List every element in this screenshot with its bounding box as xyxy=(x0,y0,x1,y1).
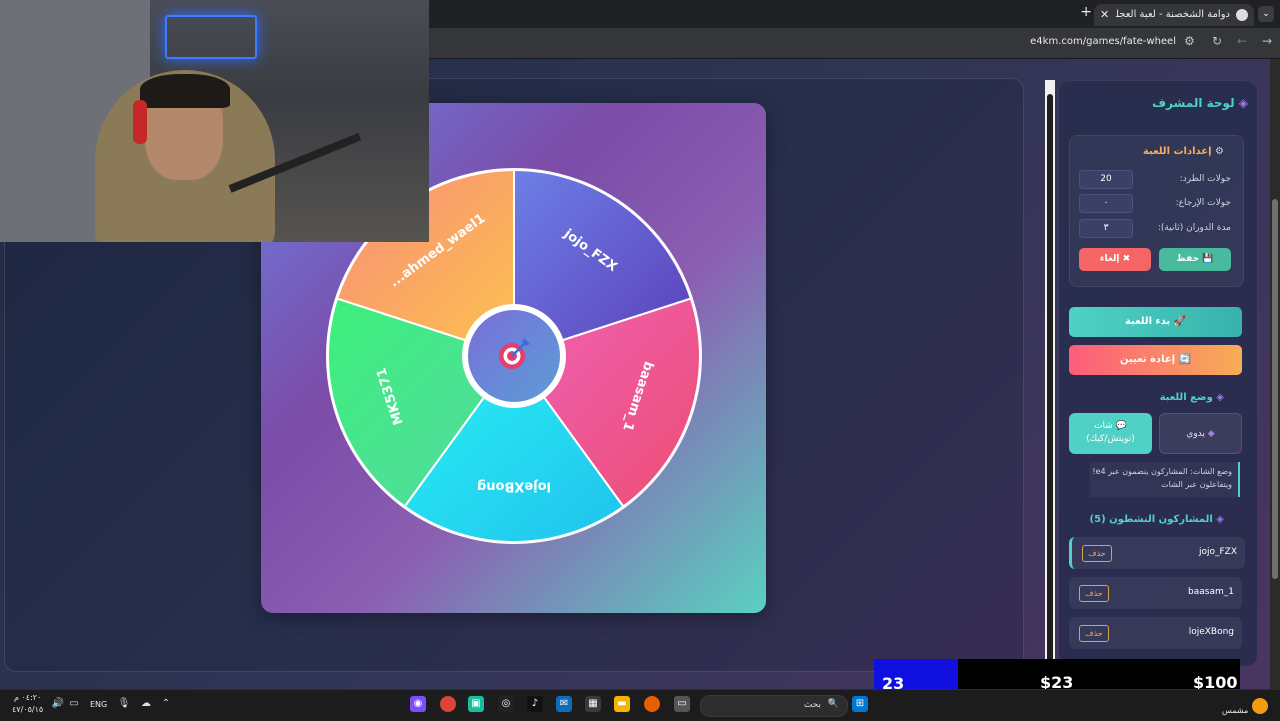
refresh-icon: 🔄 xyxy=(1178,354,1192,365)
start-game-button[interactable]: 🚀 بدء اللعبة xyxy=(1069,307,1242,337)
chat-icon: 💬 xyxy=(1115,421,1127,431)
mode-title: ◈ وضع اللعبة xyxy=(1160,392,1224,403)
delete-participant-button[interactable]: حذف xyxy=(1082,545,1112,562)
delete-participant-button[interactable]: حذف xyxy=(1079,625,1109,642)
field-label-kick-rounds: جولات الطرد: xyxy=(1179,174,1231,184)
admin-title-text: لوحة المشرف xyxy=(1152,96,1235,110)
weather-icon[interactable] xyxy=(1252,698,1268,714)
participants-title: ◈ المشاركون النشطون (5) xyxy=(1090,514,1224,525)
mode-icon: ◈ xyxy=(1216,392,1224,403)
panel-scrollbar[interactable] xyxy=(1045,80,1055,665)
participant-row: baasam_1 حذف xyxy=(1069,577,1242,609)
start-label: بدء اللعبة xyxy=(1124,316,1171,327)
chevron-up-icon[interactable]: ⌃ xyxy=(158,696,174,712)
panel-scroll-thumb[interactable] xyxy=(1047,94,1053,664)
folder-icon[interactable]: ▬ xyxy=(614,696,630,712)
site-settings-icon[interactable]: ⚙ xyxy=(1184,34,1195,48)
chrome-icon[interactable] xyxy=(440,696,456,712)
save-label: حفظ xyxy=(1176,254,1200,264)
settings-title-text: إعدادات اللعبة xyxy=(1142,146,1212,157)
favicon-icon xyxy=(1236,9,1248,21)
cancel-button[interactable]: ✖ إلغاء xyxy=(1079,248,1151,271)
streamer-hair xyxy=(140,74,230,108)
participant-row: jojo_FZX حذف xyxy=(1069,537,1245,569)
mode-manual-label: يدوي xyxy=(1186,429,1205,439)
wheel-segment-label: lojeXBong xyxy=(477,479,551,494)
search-icon: 🔍 xyxy=(827,699,839,709)
new-tab-button[interactable]: + xyxy=(1080,4,1092,20)
participant-name: jojo_FZX xyxy=(1198,547,1237,557)
browser-tab[interactable]: ✕ دوامة الشخصنة - لعبة العجلة والـ xyxy=(1094,4,1254,26)
participant-name: baasam_1 xyxy=(1188,587,1234,597)
floppy-icon: 💾 xyxy=(1202,254,1214,264)
store-icon[interactable]: ▦ xyxy=(585,696,601,712)
participant-row: lojeXBong حذف xyxy=(1069,617,1242,649)
neon-light xyxy=(165,15,257,59)
field-label-spin-duration: مدة الدوران (ثانية): xyxy=(1157,223,1231,233)
users-icon: ◈ xyxy=(1216,514,1224,525)
mode-description: وضع الشات: المشاركون ينضمون عبر e4! ويتف… xyxy=(1090,462,1240,497)
firefox-icon[interactable] xyxy=(644,696,660,712)
mode-chat-label: شات xyxy=(1094,421,1113,431)
cloud-icon[interactable]: ☁ xyxy=(138,696,154,712)
window-icon[interactable]: ▭ xyxy=(674,696,690,712)
windows-start-icon[interactable]: ⊞ xyxy=(852,696,868,712)
save-button[interactable]: 💾 حفظ xyxy=(1159,248,1231,271)
mode-title-text: وضع اللعبة xyxy=(1159,392,1213,403)
participants-title-text: المشاركون النشطون (5) xyxy=(1089,514,1213,525)
delete-participant-button[interactable]: حذف xyxy=(1079,585,1109,602)
app-icon[interactable]: ▣ xyxy=(468,696,484,712)
mode-chat-sublabel: (تويتش/كيك) xyxy=(1086,434,1135,444)
discord-icon[interactable]: ◉ xyxy=(410,696,426,712)
cross-icon: ✖ xyxy=(1122,254,1131,264)
reload-icon[interactable]: ↻ xyxy=(1212,34,1222,48)
close-tab-icon[interactable]: ✕ xyxy=(1100,4,1109,26)
rocket-icon: 🚀 xyxy=(1173,316,1187,327)
cancel-label: إلغاء xyxy=(1099,254,1120,264)
reset-button[interactable]: 🔄 إعادة تعيين xyxy=(1069,345,1242,375)
headset xyxy=(133,100,147,144)
tab-search-icon[interactable]: ⌄ xyxy=(1258,6,1274,22)
url-text[interactable]: e4km.com/games/fate-wheel xyxy=(1030,36,1176,47)
settings-title: ⚙ إعدادات اللعبة xyxy=(1143,146,1224,157)
tiktok-icon[interactable]: ♪ xyxy=(527,696,543,712)
page-scroll-thumb[interactable] xyxy=(1272,199,1278,579)
return-rounds-input[interactable]: ٠ xyxy=(1079,194,1133,213)
tab-title: دوامة الشخصنة - لعبة العجلة والـ xyxy=(1116,9,1230,20)
participant-name: lojeXBong xyxy=(1188,627,1234,637)
language-indicator[interactable]: ENG xyxy=(90,700,107,709)
clock-date[interactable]: ٤٧/٠٥/١٥ xyxy=(12,705,43,714)
obs-icon[interactable]: ◎ xyxy=(498,696,514,712)
field-label-return-rounds: جولات الإرجاع: xyxy=(1175,198,1231,208)
outlook-icon[interactable]: ✉ xyxy=(556,696,572,712)
spin-duration-input[interactable]: ٣ xyxy=(1079,219,1133,238)
gear-icon: ⚙ xyxy=(1215,146,1224,157)
back-arrow-icon[interactable]: → xyxy=(1262,34,1272,48)
display-icon[interactable]: ▭ xyxy=(66,696,82,712)
webcam-overlay xyxy=(0,0,429,242)
mode-chat-button[interactable]: 💬 شات (تويتش/كيك) xyxy=(1069,413,1152,454)
search-placeholder: بحث xyxy=(803,700,821,710)
weather-text[interactable]: مشمس xyxy=(1222,706,1248,715)
kick-rounds-input[interactable]: 20 xyxy=(1079,170,1133,189)
admin-title-icon: ◈ xyxy=(1238,96,1248,110)
taskbar xyxy=(0,689,1280,721)
forward-arrow-icon[interactable]: ← xyxy=(1237,34,1247,48)
admin-title: ◈ لوحة المشرف xyxy=(1152,96,1248,110)
reset-label: إعادة تعيين xyxy=(1119,354,1176,365)
clock-time[interactable]: ٠٤:٢٠ م xyxy=(14,693,41,702)
page-scrollbar[interactable] xyxy=(1270,59,1280,689)
mode-manual-button[interactable]: ◆ يدوي xyxy=(1159,413,1242,454)
taskbar-search[interactable]: 🔍 بحث xyxy=(700,695,848,717)
microphone-icon[interactable]: 🎙 xyxy=(116,696,132,712)
gamepad-icon: ◆ xyxy=(1207,429,1215,439)
speaker-icon[interactable]: 🔊 xyxy=(50,696,66,712)
